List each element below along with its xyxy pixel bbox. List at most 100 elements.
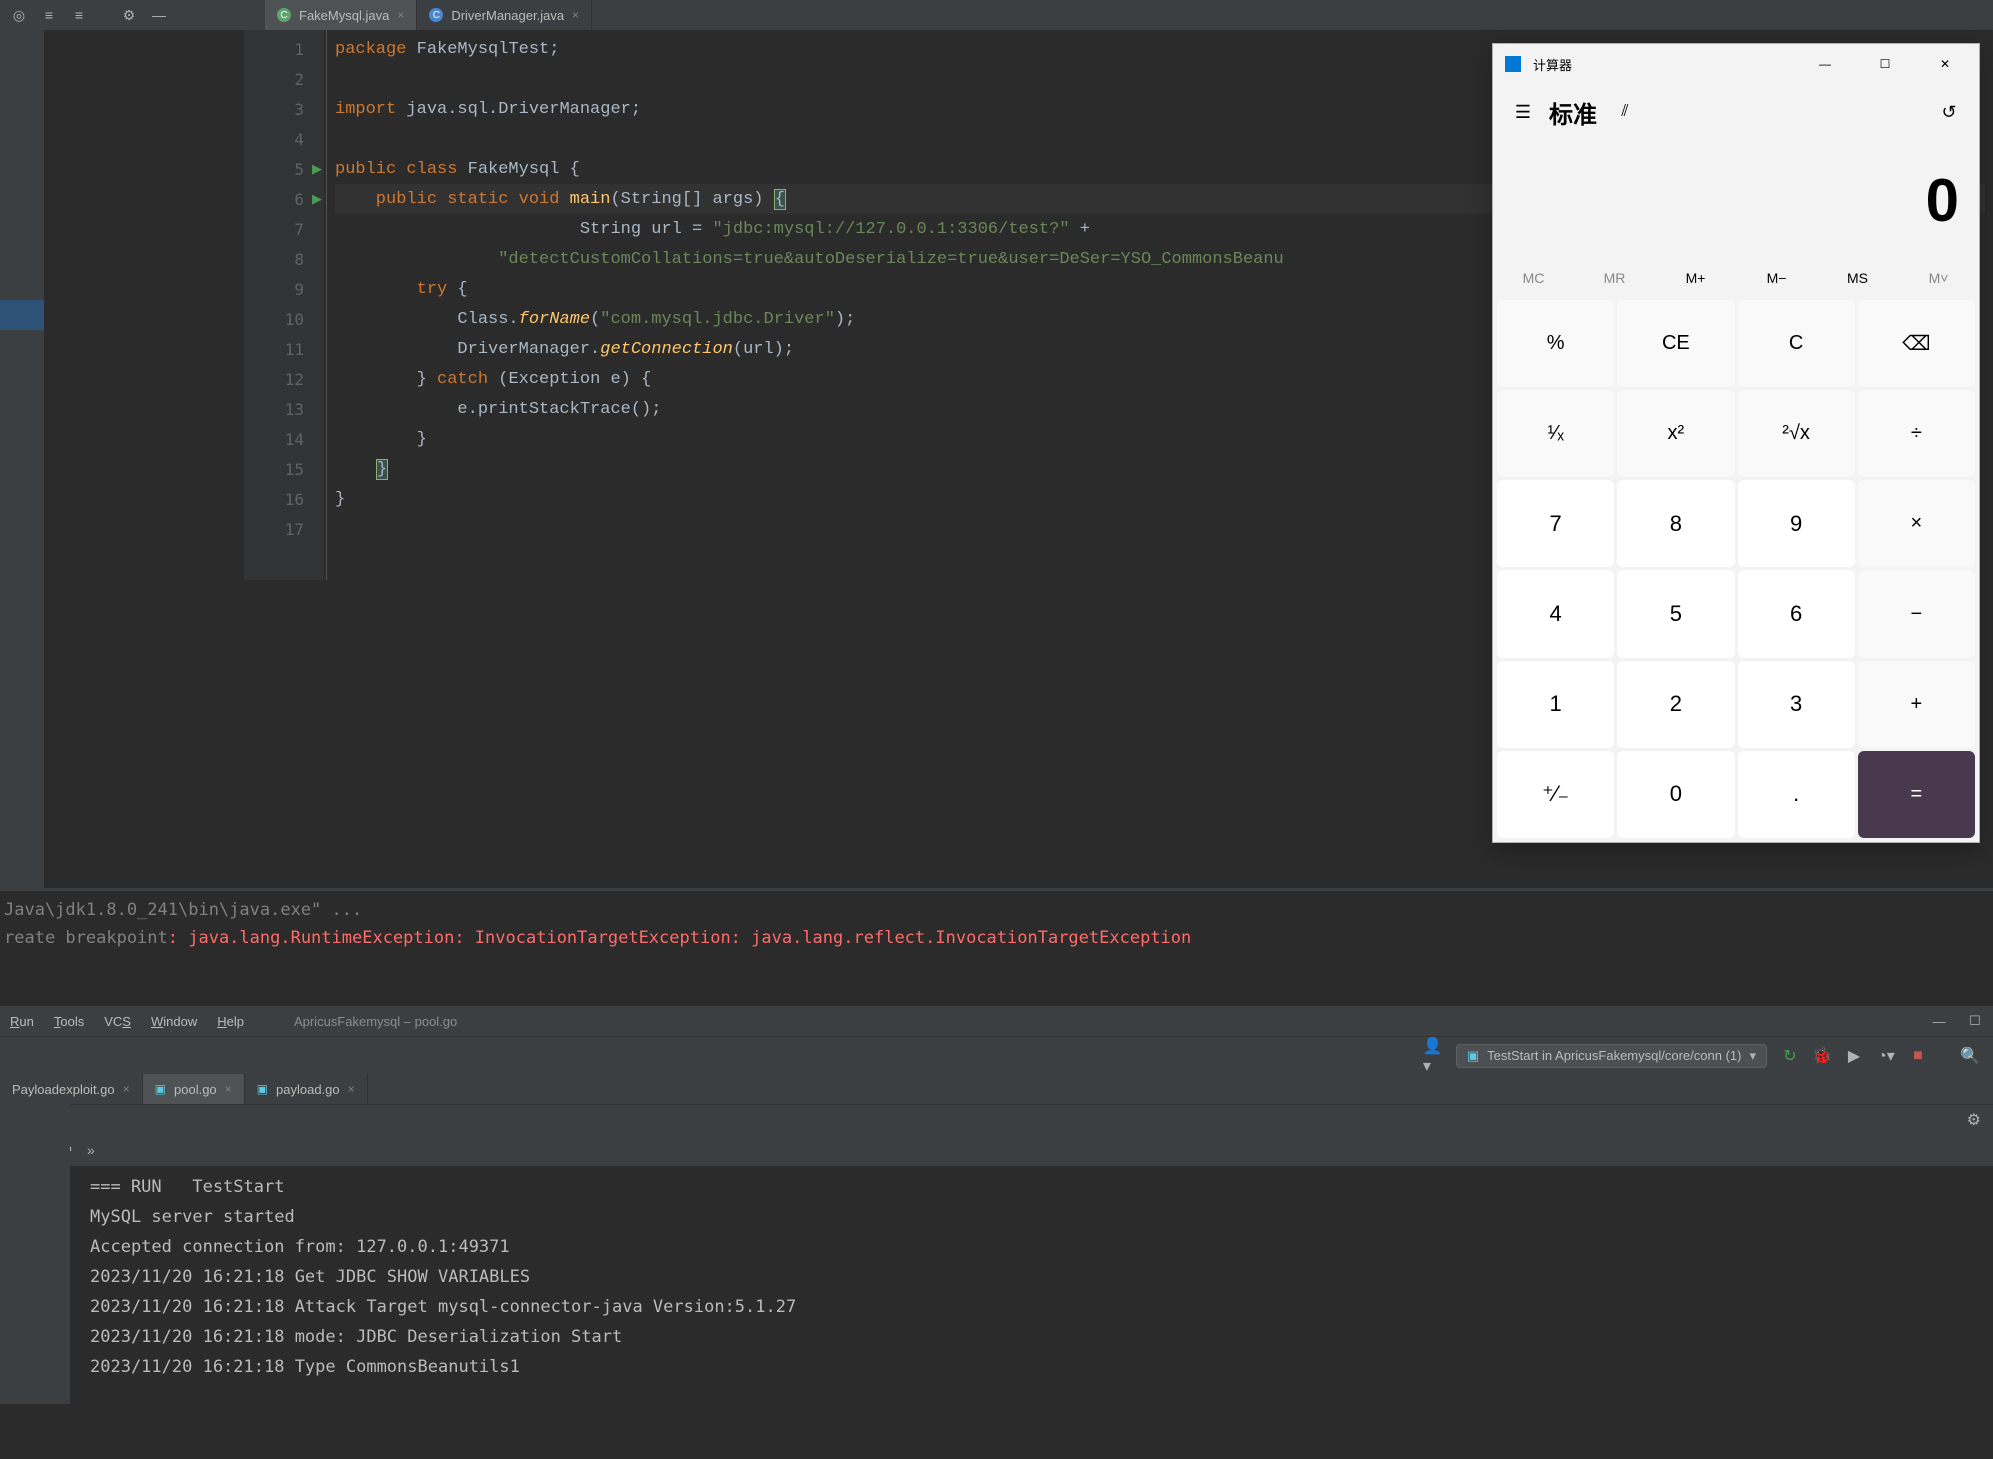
console-line: Java\jdk1.8.0_241\bin\java.exe" ... (4, 896, 1989, 924)
go-file-icon: ▣ (257, 1082, 268, 1096)
calc-memory-bar: MC MR M+ M− MS M˅ (1493, 260, 1979, 296)
search-icon[interactable]: 🔍 (1961, 1047, 1979, 1065)
test-toolbar: ▣ ↗ » (0, 1134, 1993, 1166)
calc-button-op-0[interactable]: % (1497, 300, 1614, 387)
calc-button-eq-23[interactable]: = (1858, 751, 1975, 838)
close-icon[interactable]: × (225, 1082, 232, 1096)
expand-icon[interactable]: ≡ (40, 6, 58, 24)
project-sidebar[interactable] (0, 30, 44, 890)
calc-button-op-6[interactable]: ²√x (1738, 390, 1855, 477)
minimize-icon[interactable]: — (1795, 44, 1855, 84)
calc-button-op-3[interactable]: ⌫ (1858, 300, 1975, 387)
console-error-line: reate breakpoint : java.lang.RuntimeExce… (4, 924, 1989, 952)
memory-store-button[interactable]: MS (1817, 260, 1898, 296)
calc-display: 0 (1493, 140, 1979, 260)
close-icon[interactable]: × (397, 8, 404, 22)
terminal-line: 2023/11/20 16:21:18 Type CommonsBeanutil… (90, 1352, 1981, 1382)
run-tab-bar: (1) × ⚙ (0, 1104, 1993, 1134)
collapse-icon[interactable]: ≡ (70, 6, 88, 24)
rerun-icon[interactable]: ↻ (1781, 1047, 1799, 1065)
minimize-icon[interactable]: — (1931, 1013, 1947, 1029)
calc-button-2[interactable]: 2 (1617, 661, 1734, 748)
terminal-line: MySQL server started (90, 1202, 1981, 1232)
debug-icon[interactable]: 🐞 (1813, 1047, 1831, 1065)
memory-add-button[interactable]: M+ (1655, 260, 1736, 296)
gear-icon[interactable]: ⚙ (120, 6, 138, 24)
line-number: 2 (294, 70, 304, 89)
calc-button-num-20[interactable]: ⁺⁄₋ (1497, 751, 1614, 838)
profile-icon[interactable]: ◔▾ (1877, 1047, 1895, 1065)
calc-button-op-7[interactable]: ÷ (1858, 390, 1975, 477)
memory-recall-button[interactable]: MR (1574, 260, 1655, 296)
calc-button-op-2[interactable]: C (1738, 300, 1855, 387)
memory-subtract-button[interactable]: M− (1736, 260, 1817, 296)
chevron-icon[interactable]: » (87, 1142, 95, 1158)
tab-drivermanager[interactable]: C DriverManager.java × (417, 0, 592, 30)
run-console[interactable]: Java\jdk1.8.0_241\bin\java.exe" ... reat… (0, 894, 1993, 954)
menu-tools[interactable]: Tools (54, 1014, 84, 1029)
calc-button-5[interactable]: 5 (1617, 570, 1734, 657)
tab-fakemysql[interactable]: C FakeMysql.java × (265, 0, 417, 30)
line-number: 7 (294, 220, 304, 239)
run-sidebar[interactable] (0, 1104, 70, 1404)
calc-button-7[interactable]: 7 (1497, 480, 1614, 567)
gear-icon[interactable]: ⚙ (1955, 1110, 1993, 1130)
pane-divider[interactable] (0, 888, 1993, 891)
calc-button-9[interactable]: 9 (1738, 480, 1855, 567)
terminal-line: Accepted connection from: 127.0.0.1:4937… (90, 1232, 1981, 1262)
close-icon[interactable]: × (123, 1082, 130, 1096)
tab-pool[interactable]: ▣ pool.go × (143, 1074, 245, 1104)
line-number: 17 (285, 520, 304, 539)
calc-button-8[interactable]: 8 (1617, 480, 1734, 567)
tab-payload[interactable]: ▣ payload.go × (245, 1074, 368, 1104)
calc-button-op-5[interactable]: x² (1617, 390, 1734, 477)
terminal-output[interactable]: === RUN TestStart MySQL server started A… (0, 1166, 1993, 1388)
run-config-label: TestStart in ApricusFakemysql/core/conn … (1487, 1048, 1741, 1063)
calc-button-1[interactable]: 1 (1497, 661, 1614, 748)
run-gutter-icon[interactable]: ▶ (312, 161, 322, 177)
close-icon[interactable]: × (572, 8, 579, 22)
calc-button-op-15[interactable]: − (1858, 570, 1975, 657)
memory-list-button[interactable]: M˅ (1898, 260, 1979, 296)
calc-button-op-19[interactable]: + (1858, 661, 1975, 748)
window-title: ApricusFakemysql – pool.go (294, 1014, 457, 1029)
calc-button-3[interactable]: 3 (1738, 661, 1855, 748)
run-toolbar: 👤▾ ▣ TestStart in ApricusFakemysql/core/… (0, 1036, 1993, 1074)
calc-button-0[interactable]: 0 (1617, 751, 1734, 838)
calc-button-op-4[interactable]: ¹⁄ₓ (1497, 390, 1614, 477)
menu-help[interactable]: Help (217, 1014, 244, 1029)
line-number: 1 (294, 40, 304, 59)
java-class-icon: C (429, 8, 443, 22)
memory-clear-button[interactable]: MC (1493, 260, 1574, 296)
calc-title: 计算器 (1533, 55, 1572, 74)
stop-icon[interactable]: ■ (1909, 1047, 1927, 1065)
close-icon[interactable]: ✕ (1915, 44, 1975, 84)
coverage-icon[interactable]: ▶ (1845, 1047, 1863, 1065)
hide-icon[interactable]: — (150, 6, 168, 24)
menu-vcs[interactable]: VCS (104, 1014, 131, 1029)
calc-button-4[interactable]: 4 (1497, 570, 1614, 657)
calc-button-num-22[interactable]: . (1738, 751, 1855, 838)
history-icon[interactable]: ↺ (1927, 90, 1971, 134)
hamburger-icon[interactable]: ☰ (1501, 90, 1545, 134)
keep-on-top-icon[interactable]: ⫽ (1605, 92, 1645, 132)
close-icon[interactable]: × (348, 1082, 355, 1096)
run-gutter-icon[interactable]: ▶ (312, 191, 322, 207)
user-icon[interactable]: 👤▾ (1424, 1047, 1442, 1065)
terminal-line: 2023/11/20 16:21:18 Attack Target mysql-… (90, 1292, 1981, 1322)
calc-button-op-11[interactable]: × (1858, 480, 1975, 567)
calc-titlebar[interactable]: 计算器 — ☐ ✕ (1493, 44, 1979, 84)
line-number: 16 (285, 490, 304, 509)
menu-window[interactable]: Window (151, 1014, 197, 1029)
run-config-dropdown[interactable]: ▣ TestStart in ApricusFakemysql/core/con… (1456, 1044, 1767, 1068)
maximize-icon[interactable]: ☐ (1855, 44, 1915, 84)
line-number: 12 (285, 370, 304, 389)
tab-payloadexploit[interactable]: Payloadexploit.go × (0, 1074, 143, 1104)
calc-keypad: %CEC⌫ ¹⁄ₓx²²√x÷ 789× 456− 123+ ⁺⁄₋0.= (1493, 296, 1979, 842)
terminal-line: 2023/11/20 16:21:18 mode: JDBC Deseriali… (90, 1322, 1981, 1352)
calc-button-op-1[interactable]: CE (1617, 300, 1734, 387)
calc-button-6[interactable]: 6 (1738, 570, 1855, 657)
menu-run[interactable]: Run (10, 1014, 34, 1029)
maximize-icon[interactable]: ☐ (1967, 1013, 1983, 1029)
target-icon[interactable]: ◎ (10, 6, 28, 24)
